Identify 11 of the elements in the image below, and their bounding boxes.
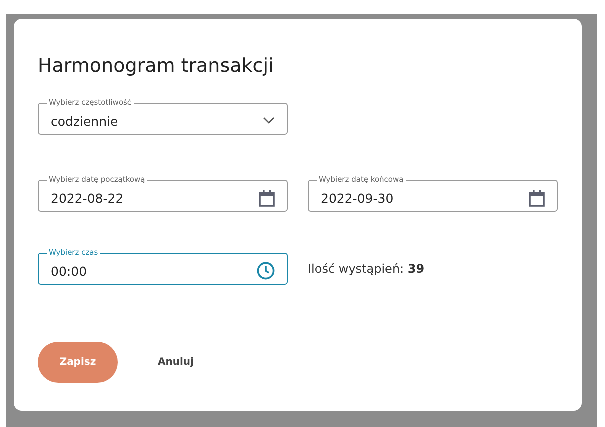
cancel-button[interactable]: Anuluj <box>138 342 214 383</box>
calendar-icon <box>529 190 545 206</box>
calendar-icon <box>259 190 275 206</box>
field-value: 2022-09-30 <box>321 190 394 206</box>
field-value: 2022-08-22 <box>51 190 124 206</box>
occurrences-count: Ilość wystąpień: 39 <box>308 262 425 276</box>
chevron-down-icon <box>263 117 275 125</box>
clock-icon <box>257 262 275 280</box>
dialog-title: Harmonogram transakcji <box>38 55 275 77</box>
field-value: codziennie <box>51 114 118 128</box>
field-value: 00:00 <box>51 264 88 278</box>
